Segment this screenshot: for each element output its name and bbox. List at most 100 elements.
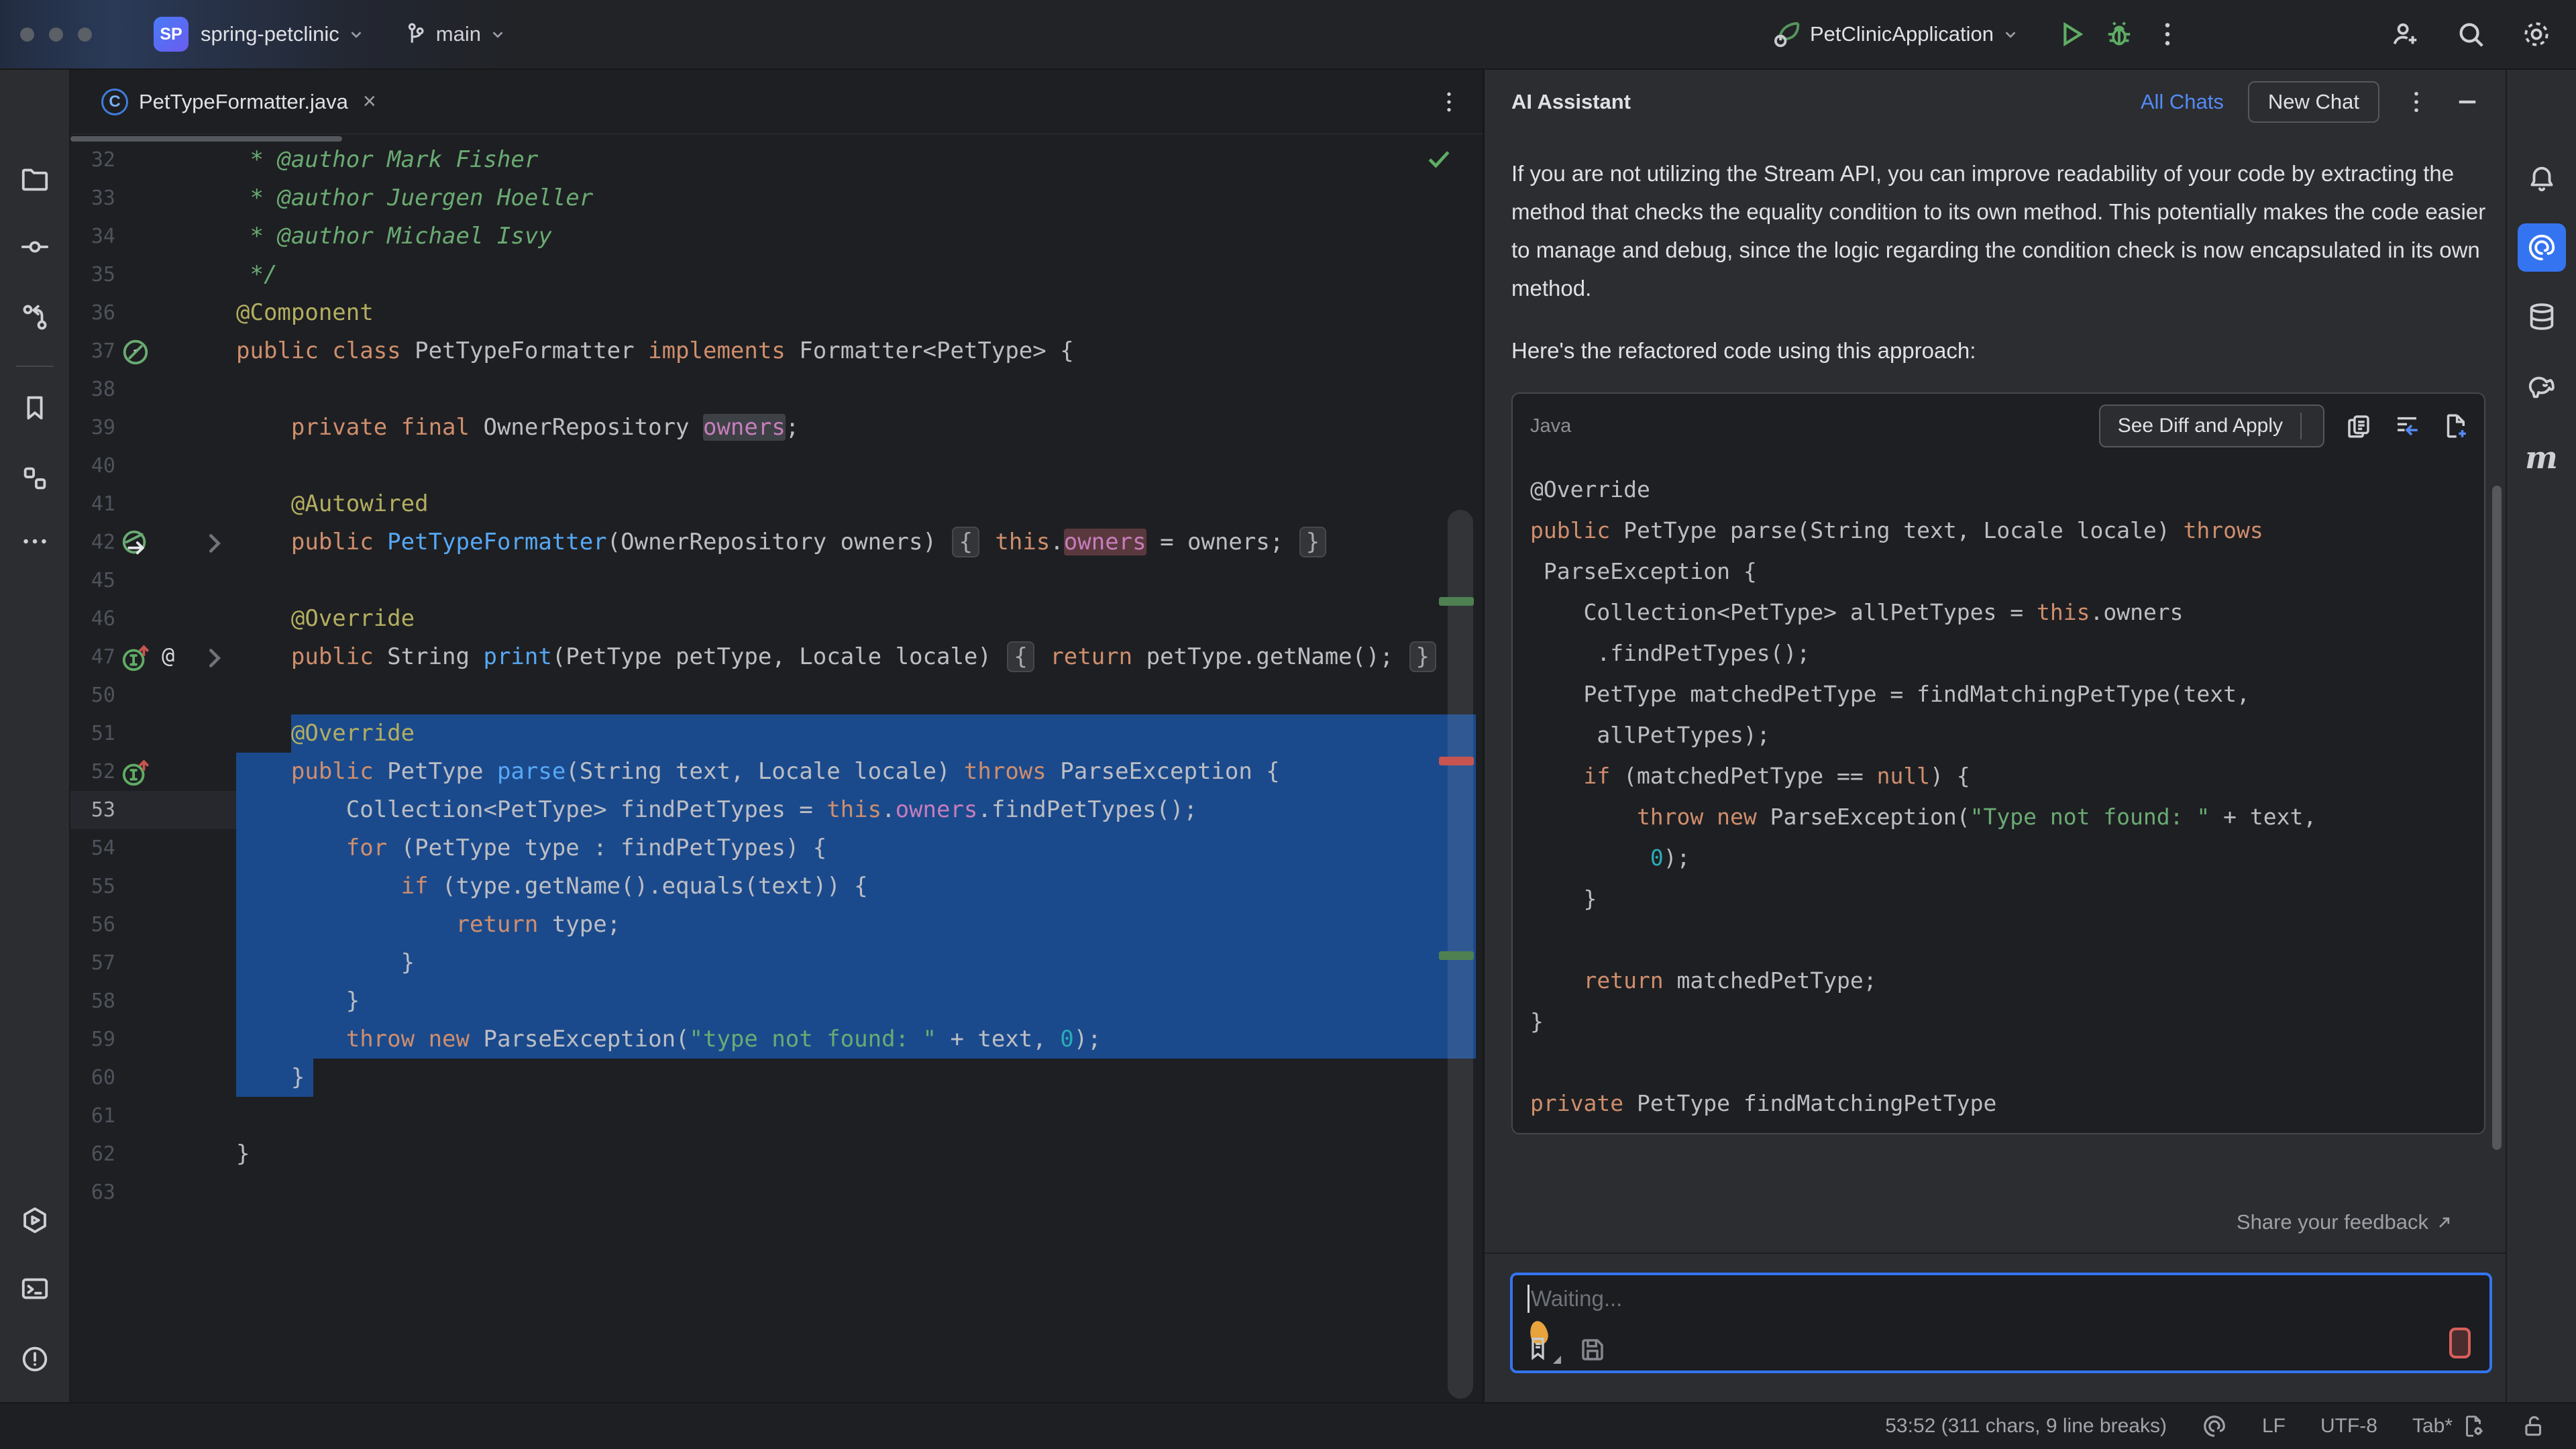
code-line[interactable]: 57 }	[70, 944, 1483, 982]
code-editor[interactable]: 32 * @author Mark Fisher33 * @author Jue…	[70, 70, 1483, 1402]
database-icon[interactable]	[2518, 292, 2566, 341]
vcs-update-icon[interactable]	[11, 293, 59, 341]
code-line[interactable]: 62}	[70, 1135, 1483, 1173]
code-line[interactable]: 45	[70, 561, 1483, 600]
code-line[interactable]: 47@ public String print(PetType petType,…	[70, 638, 1483, 676]
line-number[interactable]: 37	[70, 332, 115, 370]
beanarrow-gutter-icon[interactable]	[120, 528, 151, 559]
overridei-gutter-icon[interactable]	[120, 757, 151, 788]
code-line[interactable]: 34 * @author Michael Isvy	[70, 217, 1483, 256]
line-number[interactable]: 51	[70, 714, 115, 753]
code-line[interactable]: 39 private final OwnerRepository owners;	[70, 409, 1483, 447]
stop-icon[interactable]	[2449, 1328, 2471, 1358]
line-number[interactable]: 56	[70, 906, 115, 944]
code-line[interactable]: 54 for (PetType type : findPetTypes) {	[70, 829, 1483, 867]
code-line[interactable]: 36@Component	[70, 294, 1483, 332]
line-number[interactable]: 33	[70, 179, 115, 217]
code-line[interactable]: 46 @Override	[70, 600, 1483, 638]
more-icon[interactable]	[2152, 19, 2183, 50]
line-number[interactable]: 53	[70, 791, 115, 829]
analysis-stripe-mark[interactable]	[1439, 757, 1474, 765]
structure-icon[interactable]	[11, 454, 59, 502]
all-chats-link[interactable]: All Chats	[2141, 90, 2224, 114]
window-controls[interactable]	[20, 28, 92, 42]
line-ending[interactable]: LF	[2262, 1415, 2286, 1438]
encoding[interactable]: UTF-8	[2320, 1415, 2377, 1438]
line-number[interactable]: 32	[70, 141, 115, 179]
notifications-bell-icon[interactable]	[2518, 155, 2566, 203]
indent-style[interactable]: Tab*	[2412, 1415, 2453, 1438]
overridei-gutter-icon[interactable]	[120, 643, 151, 674]
line-number[interactable]: 55	[70, 867, 115, 906]
ai-swirl-icon[interactable]	[2202, 1413, 2227, 1439]
services-icon[interactable]	[11, 1196, 59, 1244]
bean-gutter-icon[interactable]	[120, 337, 151, 368]
code-line[interactable]: 52 public PetType parse(String text, Loc…	[70, 753, 1483, 791]
save-icon[interactable]	[1578, 1336, 1607, 1364]
code-line[interactable]: 42 public PetTypeFormatter(OwnerReposito…	[70, 523, 1483, 561]
code-line[interactable]: 53 Collection<PetType> findPetTypes = th…	[70, 791, 1483, 829]
line-number[interactable]: 34	[70, 217, 115, 256]
gradle-icon[interactable]	[2518, 363, 2566, 411]
project-selector[interactable]: spring-petclinic	[201, 22, 365, 46]
code-line[interactable]: 63	[70, 1173, 1483, 1212]
terminal-icon[interactable]	[11, 1265, 59, 1313]
line-number[interactable]: 47	[70, 638, 115, 676]
prompt-library-icon[interactable]	[1526, 1326, 1561, 1364]
see-diff-and-apply-button[interactable]: See Diff and Apply	[2099, 405, 2324, 447]
at-gutter-icon[interactable]: @	[162, 643, 193, 674]
code-line[interactable]: 41 @Autowired	[70, 485, 1483, 523]
hide-icon[interactable]	[2453, 88, 2481, 116]
run-configuration[interactable]: PetClinicApplication	[1771, 19, 2019, 50]
line-number[interactable]: 42	[70, 523, 115, 561]
problems-icon[interactable]	[11, 1335, 59, 1383]
settings-icon[interactable]	[2521, 19, 2552, 50]
more-toolwindows-icon[interactable]	[11, 517, 59, 566]
chat-scrollbar[interactable]	[2492, 486, 2502, 1150]
code-line[interactable]: 32 * @author Mark Fisher	[70, 141, 1483, 179]
code-line[interactable]: 51 @Override	[70, 714, 1483, 753]
window-dot[interactable]	[78, 28, 92, 42]
commit-icon[interactable]	[11, 223, 59, 271]
line-number[interactable]: 46	[70, 600, 115, 638]
add-user-icon[interactable]	[2390, 19, 2420, 50]
fold-chevron-icon[interactable]	[199, 528, 230, 559]
code-line[interactable]: 56 return type;	[70, 906, 1483, 944]
maven-icon[interactable]: m	[2518, 433, 2566, 482]
insert-at-caret-icon[interactable]	[2393, 412, 2421, 440]
line-number[interactable]: 52	[70, 753, 115, 791]
line-number[interactable]: 59	[70, 1020, 115, 1059]
code-line[interactable]: 60 }	[70, 1059, 1483, 1097]
code-line[interactable]: 59 throw new ParseException("type not fo…	[70, 1020, 1483, 1059]
new-file-icon[interactable]	[2441, 412, 2469, 440]
line-number[interactable]: 36	[70, 294, 115, 332]
line-number[interactable]: 50	[70, 676, 115, 714]
window-dot[interactable]	[20, 28, 34, 42]
code-line[interactable]: 37public class PetTypeFormatter implemen…	[70, 332, 1483, 370]
share-feedback-link[interactable]: Share your feedback	[1485, 1210, 2481, 1234]
code-line[interactable]: 33 * @author Juergen Hoeller	[70, 179, 1483, 217]
bookmarks-icon[interactable]	[11, 384, 59, 432]
more-vertical-icon[interactable]	[2402, 88, 2430, 116]
debug-icon[interactable]	[2104, 19, 2135, 50]
analysis-stripe-mark[interactable]	[1439, 951, 1474, 960]
chat-input[interactable]: Waiting...	[1510, 1273, 2492, 1373]
code-line[interactable]: 50	[70, 676, 1483, 714]
line-number[interactable]: 40	[70, 447, 115, 485]
line-number[interactable]: 57	[70, 944, 115, 982]
line-number[interactable]: 61	[70, 1097, 115, 1135]
branch-selector[interactable]: main	[402, 21, 506, 47]
line-number[interactable]: 58	[70, 982, 115, 1020]
code-line[interactable]: 38	[70, 370, 1483, 409]
copy-icon[interactable]	[2345, 412, 2373, 440]
line-number[interactable]: 41	[70, 485, 115, 523]
line-number[interactable]: 35	[70, 256, 115, 294]
inspections-ok-icon[interactable]	[1424, 144, 1454, 173]
new-chat-button[interactable]: New Chat	[2248, 81, 2379, 123]
window-dot[interactable]	[49, 28, 63, 42]
line-number[interactable]: 38	[70, 370, 115, 409]
line-number[interactable]: 60	[70, 1059, 115, 1097]
ai-assistant-icon[interactable]	[2518, 223, 2566, 272]
line-number[interactable]: 45	[70, 561, 115, 600]
code-line[interactable]: 35 */	[70, 256, 1483, 294]
